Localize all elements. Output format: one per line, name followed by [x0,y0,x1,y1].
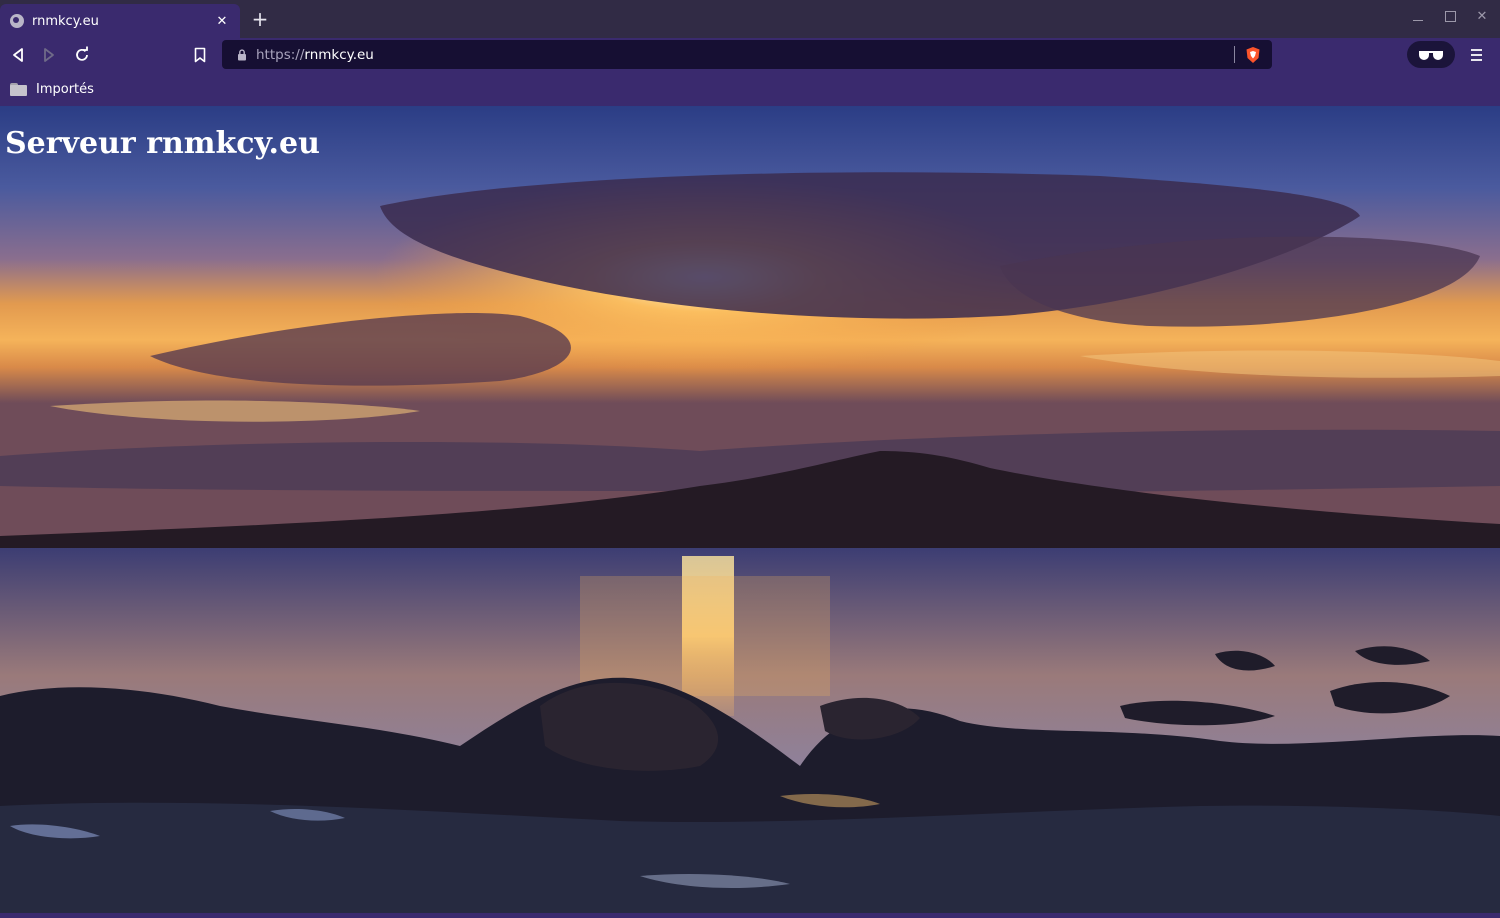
tab-strip: rnmkcy.eu ✕ + ✕ [0,0,1500,38]
address-bar[interactable]: https://rnmkcy.eu [222,40,1272,69]
globe-icon [10,14,24,28]
sunset-background-image [0,106,1500,913]
forward-button[interactable] [37,43,61,67]
minimize-button[interactable] [1409,8,1427,26]
window-bottom-border [0,913,1500,918]
private-glasses-icon [1419,50,1443,60]
page-heading: Serveur rnmkcy.eu [5,126,320,161]
lock-icon[interactable] [234,48,250,61]
toolbar: https://rnmkcy.eu [0,38,1500,71]
url-text[interactable]: https://rnmkcy.eu [256,47,374,63]
bookmark-button[interactable] [188,43,212,67]
menu-button[interactable] [1466,45,1486,65]
private-glasses-button[interactable] [1407,41,1455,68]
page-content: Serveur rnmkcy.eu [0,106,1500,913]
tab-title: rnmkcy.eu [32,13,99,29]
reload-button[interactable] [70,43,94,67]
bookmarks-bar: Importés [0,71,1500,106]
url-separator [1234,46,1235,63]
folder-icon [10,82,27,96]
menu-icon [1470,49,1482,51]
maximize-button[interactable] [1441,8,1459,26]
bookmark-icon [194,47,206,63]
brave-shield-icon[interactable] [1244,46,1262,64]
tab-close-button[interactable]: ✕ [214,14,230,29]
reload-icon [76,46,88,61]
bookmark-folder-importes[interactable]: Importés [10,79,94,99]
new-tab-button[interactable]: + [250,8,270,30]
back-button[interactable] [6,43,30,67]
bookmark-folder-label: Importés [36,81,94,97]
window-close-button[interactable]: ✕ [1473,8,1491,26]
tab-active[interactable]: rnmkcy.eu ✕ [0,4,240,38]
back-icon [13,48,23,62]
forward-icon [44,48,54,62]
